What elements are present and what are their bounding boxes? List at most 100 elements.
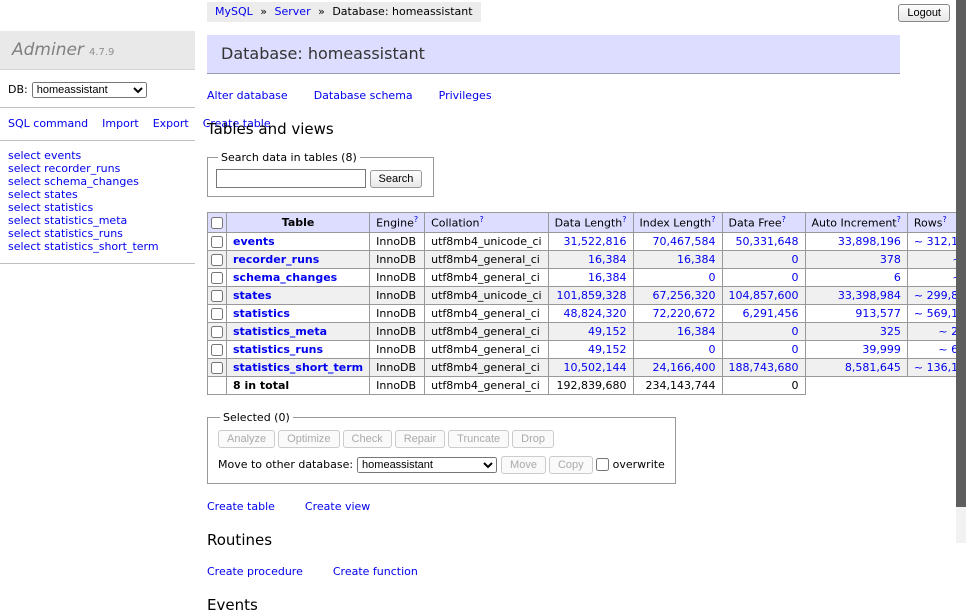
sidebar-link-import[interactable]: Import — [102, 117, 139, 130]
scrollbar-thumb[interactable] — [956, 0, 966, 507]
data-length-link[interactable]: 31,522,816 — [564, 235, 627, 248]
table-name-link[interactable]: recorder_runs — [233, 253, 319, 266]
data-free-link[interactable]: 0 — [792, 325, 799, 338]
optimize-button[interactable]: Optimize — [278, 430, 339, 448]
data-length-link[interactable]: 49,152 — [588, 325, 627, 338]
help-link[interactable]: ? — [711, 215, 715, 224]
data-free-link[interactable]: 6,291,456 — [743, 307, 799, 320]
sidebar-select-statistics_short_term[interactable]: select statistics_short_term — [8, 241, 195, 254]
index-length-link[interactable]: 16,384 — [677, 253, 716, 266]
sidebar-link-export[interactable]: Export — [153, 117, 189, 130]
row-checkbox[interactable] — [211, 254, 223, 266]
link-create-procedure[interactable]: Create procedure — [207, 565, 303, 578]
data-free-link[interactable]: 188,743,680 — [729, 361, 799, 374]
index-length-link[interactable]: 16,384 — [677, 325, 716, 338]
index-length-cell: 72,220,672 — [633, 304, 722, 322]
data-free-link[interactable]: 0 — [792, 343, 799, 356]
table-name-link[interactable]: statistics_runs — [233, 343, 323, 356]
row-checkbox[interactable] — [211, 272, 223, 284]
index-length-link[interactable]: 70,467,584 — [653, 235, 716, 248]
sidebar-link-sql-command[interactable]: SQL command — [8, 117, 88, 130]
data-length-cell: 48,824,320 — [548, 304, 633, 322]
table-name-link[interactable]: statistics_short_term — [233, 361, 363, 374]
db-select[interactable]: homeassistant — [32, 82, 147, 98]
table-name-link[interactable]: statistics — [233, 307, 290, 320]
table-name-link[interactable]: events — [233, 235, 275, 248]
row-checkbox[interactable] — [211, 326, 223, 338]
check-button[interactable]: Check — [343, 430, 392, 448]
link-create-table[interactable]: Create table — [207, 500, 275, 513]
index-length-link[interactable]: 24,166,400 — [653, 361, 716, 374]
row-checkbox[interactable] — [211, 308, 223, 320]
repair-button[interactable]: Repair — [395, 430, 445, 448]
move-buttons: MoveCopy — [501, 458, 596, 471]
data-free-cell: 188,743,680 — [722, 358, 805, 376]
app-name: Adminer — [12, 40, 84, 60]
row-checkbox[interactable] — [211, 290, 223, 302]
link-create-view[interactable]: Create view — [305, 500, 370, 513]
action-link-database-schema[interactable]: Database schema — [314, 89, 413, 102]
auto-increment-link[interactable]: 39,999 — [862, 343, 901, 356]
index-length-link[interactable]: 0 — [709, 271, 716, 284]
move-button[interactable]: Move — [501, 456, 546, 474]
data-free-link[interactable]: 0 — [792, 271, 799, 284]
link-create-function[interactable]: Create function — [333, 565, 418, 578]
index-length-cell: 0 — [633, 340, 722, 358]
data-length-link[interactable]: 49,152 — [588, 343, 627, 356]
overwrite-checkbox[interactable] — [596, 458, 609, 471]
auto-increment-link[interactable]: 33,398,984 — [838, 289, 901, 302]
table-name-link[interactable]: statistics_meta — [233, 325, 327, 338]
row-checkbox[interactable] — [211, 344, 223, 356]
auto-increment-link[interactable]: 325 — [880, 325, 901, 338]
table-name-link[interactable]: states — [233, 289, 272, 302]
help-link[interactable]: ? — [897, 215, 901, 224]
truncate-button[interactable]: Truncate — [448, 430, 509, 448]
data-length-link[interactable]: 16,384 — [588, 253, 627, 266]
help-link[interactable]: ? — [622, 215, 626, 224]
index-length-link[interactable]: 0 — [709, 343, 716, 356]
breadcrumb-item[interactable]: Server — [275, 5, 311, 18]
breadcrumb-item[interactable]: MySQL — [215, 5, 253, 18]
select-all-checkbox[interactable] — [211, 217, 223, 229]
vertical-scrollbar[interactable] — [956, 0, 966, 543]
engine-cell: InnoDB — [370, 250, 425, 268]
app-logo[interactable]: Adminer 4.7.9 — [0, 31, 195, 70]
auto-increment-link[interactable]: 378 — [880, 253, 901, 266]
index-length-link[interactable]: 72,220,672 — [653, 307, 716, 320]
analyze-button[interactable]: Analyze — [218, 430, 275, 448]
row-checkbox[interactable] — [211, 362, 223, 374]
data-free-link[interactable]: 0 — [792, 253, 799, 266]
help-link[interactable]: ? — [414, 215, 418, 224]
collation-cell: utf8mb4_general_ci — [425, 304, 548, 322]
data-length-link[interactable]: 16,384 — [588, 271, 627, 284]
help-link[interactable]: ? — [479, 215, 483, 224]
help-link[interactable]: ? — [782, 215, 786, 224]
auto-increment-link[interactable]: 6 — [894, 271, 901, 284]
events-heading: Events — [207, 596, 900, 614]
data-length-link[interactable]: 101,859,328 — [557, 289, 627, 302]
logout-button[interactable]: Logout — [898, 4, 950, 22]
search-button[interactable]: Search — [370, 170, 423, 188]
auto-increment-cell: 325 — [805, 322, 907, 340]
move-db-select[interactable]: homeassistant — [357, 457, 497, 473]
index-length-link[interactable]: 67,256,320 — [653, 289, 716, 302]
row-checkbox[interactable] — [211, 236, 223, 248]
data-length-link[interactable]: 48,824,320 — [564, 307, 627, 320]
auto-increment-link[interactable]: 33,898,196 — [838, 235, 901, 248]
table-name-link[interactable]: schema_changes — [233, 271, 337, 284]
total-engine-cell: InnoDB — [370, 376, 425, 394]
total-data-length-cell: 192,839,680 — [548, 376, 633, 394]
auto-increment-cell: 6 — [805, 268, 907, 286]
auto-increment-link[interactable]: 8,581,645 — [845, 361, 901, 374]
data-length-link[interactable]: 10,502,144 — [564, 361, 627, 374]
action-link-alter-database[interactable]: Alter database — [207, 89, 288, 102]
auto-increment-link[interactable]: 913,577 — [855, 307, 901, 320]
copy-button[interactable]: Copy — [549, 456, 593, 474]
drop-button[interactable]: Drop — [512, 430, 554, 448]
help-link[interactable]: ? — [942, 215, 946, 224]
data-free-link[interactable]: 50,331,648 — [736, 235, 799, 248]
data-free-link[interactable]: 104,857,600 — [729, 289, 799, 302]
action-link-privileges[interactable]: Privileges — [439, 89, 492, 102]
search-input[interactable] — [216, 169, 366, 188]
collation-cell: utf8mb4_general_ci — [425, 322, 548, 340]
